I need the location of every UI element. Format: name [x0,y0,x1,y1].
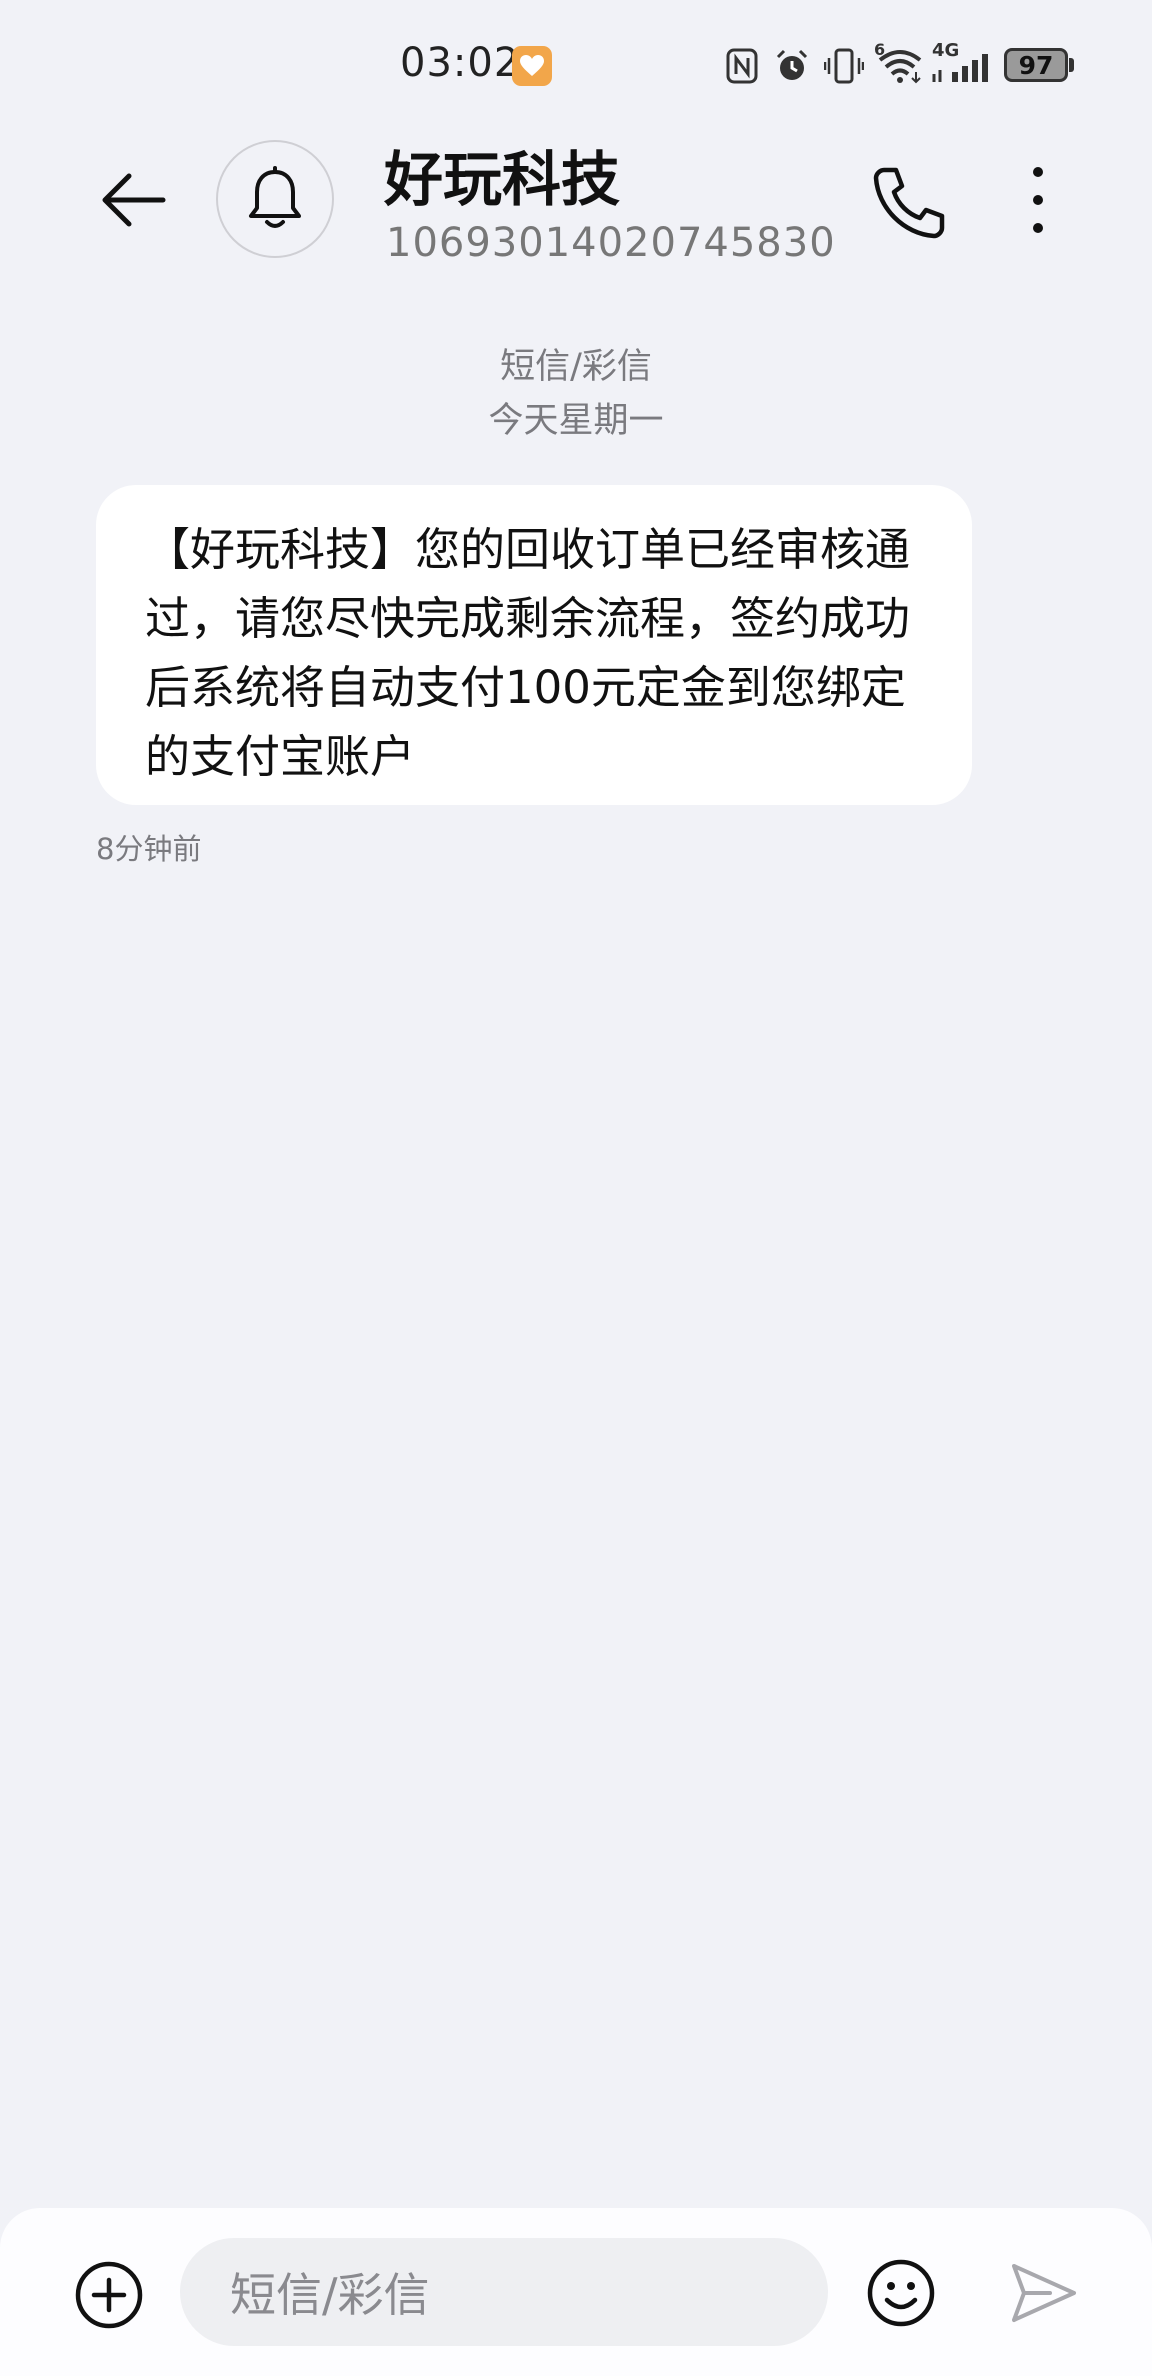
bell-icon [249,166,301,228]
wifi-icon [878,50,922,84]
phone-icon [873,167,945,239]
status-bar: 03:02 6 4G 97 [0,0,1152,130]
battery-icon: 97 [1004,48,1068,82]
vibrate-icon [824,48,864,84]
battery-level: 97 [1018,50,1054,80]
nfc-icon [726,48,758,84]
message-text: 【好玩科技】您的回收订单已经审核通过，请您尽快完成剩余流程，签约成功后系统将自动… [145,523,911,783]
emoji-button[interactable] [864,2256,938,2330]
message-bubble[interactable]: 【好玩科技】您的回收订单已经审核通过，请您尽快完成剩余流程，签约成功后系统将自动… [96,485,972,805]
signal-icon [932,54,988,82]
heart-app-icon [512,46,552,86]
avatar[interactable] [216,140,334,258]
status-time: 03:02 [400,40,521,86]
message-time: 8分钟前 [96,832,202,866]
contact-name: 好玩科技 [384,145,621,214]
more-vertical-icon [1033,167,1043,233]
emoji-icon [867,2259,935,2327]
add-attachment-button[interactable] [72,2258,146,2332]
message-input[interactable]: 短信/彩信 [180,2238,828,2346]
message-type-label: 短信/彩信 [500,347,652,387]
back-button[interactable] [95,160,175,240]
alarm-icon [776,49,808,80]
date-label: 今天星期一 [488,401,664,441]
send-icon [1012,2264,1076,2322]
call-button[interactable] [868,160,952,244]
send-button[interactable] [1006,2256,1080,2330]
more-options-button[interactable] [1010,160,1066,244]
add-circle-icon [75,2261,143,2329]
battery-tip [1069,58,1074,72]
back-arrow-icon [102,173,166,227]
contact-number: 10693014020745830 [386,220,836,266]
